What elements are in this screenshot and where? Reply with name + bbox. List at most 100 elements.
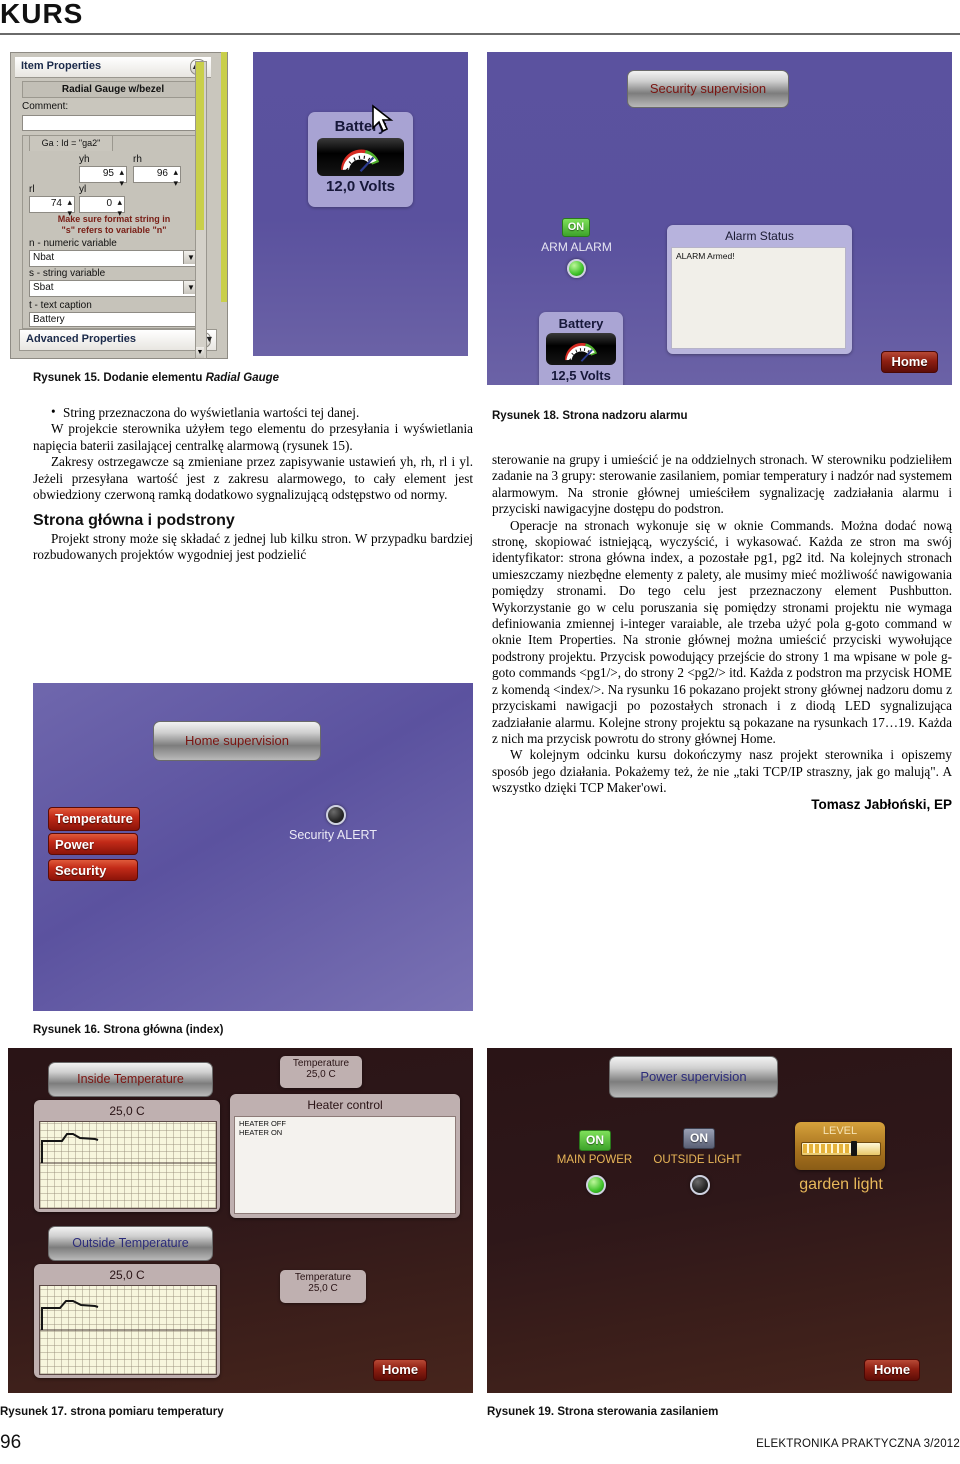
- inside-temperature-button[interactable]: Inside Temperature: [48, 1062, 213, 1097]
- battery-tile-value: 12,5 Volts: [551, 368, 611, 383]
- slider-knob[interactable]: [851, 1141, 857, 1156]
- format-warning-line2: "s" refers to variable "n": [61, 225, 167, 235]
- alarm-status-line: ALARM Armed!: [676, 251, 735, 261]
- heater-line-on: HEATER ON: [239, 1128, 283, 1137]
- outside-temperature-chart-panel: 25,0 C: [34, 1264, 220, 1378]
- outside-light-led-icon: [690, 1175, 710, 1195]
- fig19-power-page: Power supervision ON MAIN POWER ON OUTSI…: [487, 1048, 952, 1393]
- garden-light-label: garden light: [799, 1176, 883, 1193]
- main-power-led-icon: [586, 1175, 606, 1195]
- paragraph-bullet: String przeznaczona do wyświetlania wart…: [33, 404, 473, 421]
- spinner-arrows-icon[interactable]: ▴ ▾: [173, 167, 178, 189]
- fig18-caption: Rysunek 18. Strona nadzoru alarmu: [492, 410, 688, 422]
- comment-input[interactable]: [22, 115, 204, 131]
- spinner-arrows-icon[interactable]: ▴ ▾: [119, 167, 124, 189]
- editor-ruler-strip: [221, 52, 227, 302]
- heater-control-panel: Heater control HEATER OFF HEATER ON: [230, 1094, 460, 1218]
- string-variable-select[interactable]: Sbat ▼: [29, 280, 199, 297]
- paragraph-3: Projekt strony może się składać z jednej…: [33, 530, 473, 563]
- field-label-yh: yh: [79, 154, 90, 165]
- temperature-readout-value: 25,0 C: [306, 1069, 336, 1080]
- yl-spinner[interactable]: 0 ▴ ▾: [79, 196, 125, 218]
- string-variable-label: s - string variable: [29, 268, 106, 279]
- slider-fill: [803, 1144, 851, 1153]
- garden-light-slider-track[interactable]: [801, 1141, 881, 1156]
- paragraph-1: W projekcie sterownika użyłem tego eleme…: [33, 421, 473, 453]
- numeric-variable-label: n - numeric variable: [29, 238, 117, 249]
- yl-value: 0: [106, 198, 112, 209]
- page-title-button[interactable]: Security supervision: [627, 70, 789, 108]
- main-power-label: MAIN POWER: [556, 1154, 633, 1166]
- page-number: 96: [0, 1432, 22, 1453]
- nav-button-temperature[interactable]: Temperature: [48, 807, 140, 831]
- nav-button-security[interactable]: Security: [48, 859, 138, 881]
- page-title-button[interactable]: Power supervision: [609, 1056, 778, 1098]
- rh-spinner[interactable]: 96 ▴ ▾: [133, 166, 181, 188]
- home-button[interactable]: Home: [373, 1359, 427, 1381]
- element-type-label: Radial Gauge w/bezel: [22, 81, 204, 98]
- pointer-cursor-icon: [372, 104, 394, 133]
- temperature-readout-bottom: Temperature 25,0 C: [280, 1270, 366, 1303]
- yh-spinner[interactable]: 95 ▴ ▾: [79, 166, 127, 188]
- fig17-caption: Rysunek 17. strona pomiaru temperatury: [0, 1406, 224, 1418]
- item-properties-dialog: Item Properties ▲▲ Radial Gauge w/bezel …: [10, 52, 228, 359]
- fig16-index-page: Home supervision Temperature Power Secur…: [33, 683, 473, 1011]
- string-variable-value: Sbat: [33, 282, 54, 293]
- scroll-down-icon[interactable]: ▼: [196, 347, 204, 358]
- temperature-readout-value: 25,0 C: [308, 1283, 338, 1294]
- paragraph-3: W kolejnym odcinku kursu dokończymy nasz…: [492, 747, 952, 796]
- page-title-button[interactable]: Home supervision: [153, 721, 321, 761]
- left-text-column: String przeznaczona do wyświetlania wart…: [33, 404, 473, 564]
- battery-gauge-tile[interactable]: Battery 12,5 Volts: [539, 312, 623, 385]
- inside-temperature-trace: [40, 1133, 216, 1164]
- alarm-status-title: Alarm Status: [725, 229, 794, 243]
- gauge-group: Ga : Id = "ga2" yh 95 ▴ ▾ rh 96 ▴ ▾ rl 74 …: [22, 135, 206, 329]
- security-alert-led-icon: [326, 805, 346, 825]
- fig16-caption: Rysunek 16. Strona główna (index): [33, 1024, 224, 1036]
- radial-gauge-svg: [340, 149, 380, 173]
- advanced-properties-label: Advanced Properties: [26, 333, 137, 345]
- fig15-caption: Rysunek 15. Dodanie elementu Radial Gaug…: [33, 372, 279, 384]
- heater-control-body: HEATER OFF HEATER ON: [234, 1116, 456, 1214]
- main-power-toggle[interactable]: ON: [579, 1130, 611, 1151]
- page-header: KURS: [0, 0, 960, 40]
- battery-tile-caption: Battery: [558, 316, 604, 331]
- advanced-properties-bar[interactable]: Advanced Properties ▼▼: [19, 329, 217, 351]
- scrollbar-thumb[interactable]: [196, 62, 204, 230]
- radial-gauge-svg: [564, 342, 597, 362]
- alarm-status-panel: Alarm Status ALARM Armed!: [667, 225, 852, 354]
- numeric-variable-value: Nbat: [33, 252, 55, 263]
- header-rule: [0, 33, 960, 35]
- battery-tile-caption: Battery: [334, 118, 387, 135]
- temperature-readout-title: Temperature: [292, 1058, 350, 1069]
- arm-alarm-led-icon: [567, 259, 586, 278]
- inside-temperature-chart: [39, 1121, 217, 1209]
- right-text-column: sterowanie na grupy i umieścić je na odd…: [492, 452, 952, 813]
- home-button[interactable]: Home: [864, 1359, 920, 1381]
- rl-spinner[interactable]: 74 ▴ ▾: [29, 196, 75, 218]
- field-label-rl: rl: [29, 184, 35, 195]
- field-label-rh: rh: [133, 154, 142, 165]
- battery-gauge-tile[interactable]: Battery 12,0 Volts: [308, 112, 413, 207]
- alarm-status-body: ALARM Armed!: [671, 247, 846, 349]
- fig18-security-page: Security supervision ON ARM ALARM Batter…: [487, 52, 952, 385]
- item-properties-inner: Item Properties ▲▲ Radial Gauge w/bezel …: [15, 57, 217, 359]
- heater-control-title: Heater control: [307, 1098, 383, 1112]
- fig15-caption-italic: Radial Gauge: [205, 372, 280, 384]
- outside-temperature-button[interactable]: Outside Temperature: [48, 1226, 213, 1261]
- yh-value: 95: [102, 168, 114, 179]
- outside-light-toggle[interactable]: ON: [683, 1128, 715, 1149]
- arm-alarm-toggle[interactable]: ON: [562, 218, 590, 237]
- garden-light-slider[interactable]: LEVEL: [795, 1122, 885, 1170]
- numeric-variable-select[interactable]: Nbat ▼: [29, 250, 199, 267]
- nav-button-power[interactable]: Power: [48, 833, 138, 855]
- heater-line-off: HEATER OFF: [239, 1119, 286, 1128]
- home-button[interactable]: Home: [881, 351, 938, 373]
- rl-value: 74: [50, 198, 62, 209]
- garden-light-slider-title: LEVEL: [822, 1125, 858, 1137]
- comment-label: Comment:: [22, 101, 69, 112]
- text-caption-input[interactable]: Battery: [29, 312, 199, 327]
- outside-temperature-trace: [40, 1300, 216, 1331]
- gauge-tab-label[interactable]: Ga : Id = "ga2": [29, 135, 113, 151]
- dialog-scrollbar[interactable]: ▼: [195, 61, 207, 359]
